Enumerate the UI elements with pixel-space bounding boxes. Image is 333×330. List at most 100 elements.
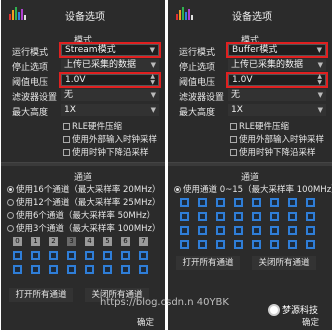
channel-toggle[interactable] bbox=[216, 240, 225, 249]
highlight-box bbox=[226, 42, 328, 58]
channel-toggle[interactable] bbox=[13, 265, 22, 274]
max-height-value: 1X bbox=[64, 105, 76, 115]
channel-toggle[interactable] bbox=[216, 212, 225, 221]
open-all-channels-button[interactable]: 打开所有通道 bbox=[9, 288, 73, 302]
channel-section-title: 通道 bbox=[73, 173, 92, 183]
channel-toggle[interactable] bbox=[306, 226, 315, 235]
channel-0[interactable]: 0 bbox=[13, 237, 22, 246]
highlight-box bbox=[226, 72, 328, 88]
channel-toggle[interactable] bbox=[288, 212, 297, 221]
stop-option-select[interactable]: 上传已采集的数据 ▼ bbox=[228, 59, 326, 71]
channel-toggle[interactable] bbox=[288, 240, 297, 249]
channel-toggle[interactable] bbox=[288, 198, 297, 207]
close-all-channels-button[interactable]: 关闭所有通道 bbox=[252, 256, 316, 270]
channel-toggle[interactable] bbox=[252, 212, 261, 221]
channel-toggle[interactable] bbox=[252, 240, 261, 249]
watermark-badge: 梦源科技 bbox=[268, 303, 330, 320]
channel-3[interactable]: 3 bbox=[67, 237, 76, 246]
filter-label: 滤波器设置 bbox=[179, 93, 225, 103]
channel-toggle[interactable] bbox=[139, 251, 148, 260]
channel-toggle[interactable] bbox=[180, 240, 189, 249]
stop-option-select[interactable]: 上传已采集的数据 ▼ bbox=[61, 59, 159, 71]
channel-toggle[interactable] bbox=[270, 226, 279, 235]
radio-all-channels[interactable]: 使用通道 0~15（最大采样率 100MHz） bbox=[174, 183, 332, 195]
channel-toggle[interactable] bbox=[198, 240, 207, 249]
checkbox-label: 使用时钟下降沿采样 bbox=[72, 148, 149, 158]
channel-toggle[interactable] bbox=[49, 265, 58, 274]
checkbox-label: RLE硬件压缩 bbox=[72, 122, 123, 132]
channel-6[interactable]: 6 bbox=[121, 237, 130, 246]
max-height-label: 最大高度 bbox=[179, 108, 216, 118]
threshold-label: 阈值电压 bbox=[12, 78, 49, 88]
channel-toggle[interactable] bbox=[121, 265, 130, 274]
channel-toggle[interactable] bbox=[85, 251, 94, 260]
channel-toggle[interactable] bbox=[139, 265, 148, 274]
channel-toggle[interactable] bbox=[103, 265, 112, 274]
channel-4[interactable]: 4 bbox=[85, 237, 94, 246]
channel-toggle[interactable] bbox=[216, 198, 225, 207]
section-divider bbox=[1, 162, 165, 166]
channel-toggle[interactable] bbox=[198, 212, 207, 221]
channel-toggle[interactable] bbox=[234, 212, 243, 221]
rle-checkbox[interactable]: RLE硬件压缩 bbox=[230, 120, 289, 132]
channel-7[interactable]: 7 bbox=[139, 237, 148, 246]
channel-toggle[interactable] bbox=[270, 212, 279, 221]
window-title: 设备选项 bbox=[65, 12, 105, 23]
radio-16ch[interactable]: 使用16个通道（最大采样率 20MHz） bbox=[7, 183, 161, 195]
app-logo-icon bbox=[9, 6, 27, 20]
channel-toggle[interactable] bbox=[252, 198, 261, 207]
channel-2[interactable]: 2 bbox=[49, 237, 58, 246]
filter-select[interactable]: 无 ▼ bbox=[228, 89, 326, 101]
channel-toggle[interactable] bbox=[85, 265, 94, 274]
radio-12ch[interactable]: 使用12个通道（最大采样率 25MHz） bbox=[7, 196, 161, 208]
open-all-channels-button[interactable]: 打开所有通道 bbox=[176, 256, 240, 270]
max-height-select[interactable]: 1X ▼ bbox=[61, 104, 159, 116]
channel-toggle[interactable] bbox=[13, 251, 22, 260]
falling-edge-checkbox[interactable]: 使用时钟下降沿采样 bbox=[230, 146, 316, 158]
channel-toggle[interactable] bbox=[234, 226, 243, 235]
rle-checkbox[interactable]: RLE硬件压缩 bbox=[63, 120, 122, 132]
confirm-button[interactable]: 确定 bbox=[137, 316, 154, 328]
highlight-box bbox=[59, 42, 161, 58]
channel-toggle[interactable] bbox=[234, 198, 243, 207]
channel-toggle[interactable] bbox=[180, 226, 189, 235]
watermark-overlay-text: 40YBK bbox=[196, 297, 229, 308]
channel-toggle[interactable] bbox=[270, 240, 279, 249]
external-clock-checkbox[interactable]: 使用外部输入时钟采样 bbox=[230, 133, 324, 145]
channel-toggle[interactable] bbox=[49, 251, 58, 260]
channel-toggle[interactable] bbox=[198, 198, 207, 207]
channel-toggle[interactable] bbox=[103, 251, 112, 260]
channel-toggle[interactable] bbox=[67, 251, 76, 260]
checkbox-icon bbox=[230, 149, 237, 156]
channel-toggle[interactable] bbox=[121, 251, 130, 260]
max-height-select[interactable]: 1X ▼ bbox=[228, 104, 326, 116]
chevron-down-icon: ▼ bbox=[150, 91, 156, 99]
channel-1[interactable]: 1 bbox=[31, 237, 40, 246]
checkbox-icon bbox=[63, 136, 70, 143]
channel-toggle[interactable] bbox=[67, 265, 76, 274]
stop-option-label: 停止选项 bbox=[12, 63, 49, 73]
filter-select[interactable]: 无 ▼ bbox=[61, 89, 159, 101]
radio-3ch[interactable]: 使用3个通道（最大采样率 100MHz） bbox=[7, 222, 161, 234]
channel-toggle[interactable] bbox=[31, 265, 40, 274]
radio-6ch[interactable]: 使用6个通道（最大采样率 50MHz） bbox=[7, 209, 155, 221]
title-bar: 设备选项 bbox=[168, 0, 332, 30]
highlight-box bbox=[59, 72, 161, 88]
channel-toggle[interactable] bbox=[306, 240, 315, 249]
channel-toggle[interactable] bbox=[306, 212, 315, 221]
channel-toggle[interactable] bbox=[180, 198, 189, 207]
channel-toggle[interactable] bbox=[180, 212, 189, 221]
external-clock-checkbox[interactable]: 使用外部输入时钟采样 bbox=[63, 133, 157, 145]
channel-toggle[interactable] bbox=[216, 226, 225, 235]
channel-toggle[interactable] bbox=[31, 251, 40, 260]
channel-5[interactable]: 5 bbox=[103, 237, 112, 246]
channel-toggle[interactable] bbox=[270, 198, 279, 207]
channel-toggle[interactable] bbox=[252, 226, 261, 235]
checkbox-label: 使用外部输入时钟采样 bbox=[72, 135, 158, 145]
channel-toggle[interactable] bbox=[198, 226, 207, 235]
channel-toggle[interactable] bbox=[234, 240, 243, 249]
channel-toggle[interactable] bbox=[288, 226, 297, 235]
falling-edge-checkbox[interactable]: 使用时钟下降沿采样 bbox=[63, 146, 149, 158]
channel-toggle[interactable] bbox=[306, 198, 315, 207]
radio-icon bbox=[7, 212, 14, 219]
